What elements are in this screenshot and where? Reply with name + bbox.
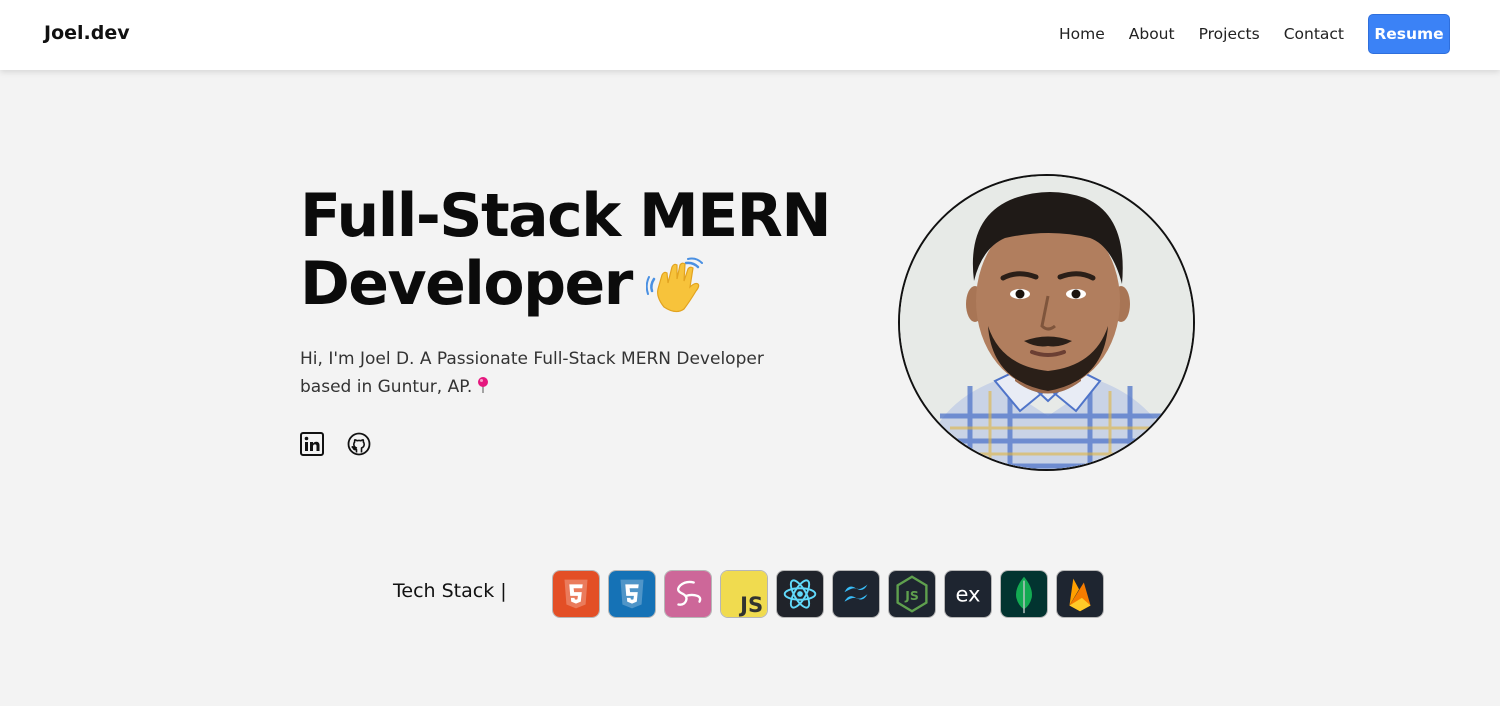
hero-intro: Hi, I'm Joel D. A Passionate Full-Stack … [300, 345, 800, 401]
tech-stack-icons: JS JS ex [552, 570, 1112, 618]
linkedin-icon[interactable] [300, 432, 324, 456]
javascript-icon: JS [720, 570, 768, 618]
express-icon: ex [944, 570, 992, 618]
hero-title: Full-Stack MERN Developer [300, 181, 832, 318]
intro-line2: based in Guntur, AP. [300, 377, 473, 397]
nav-link-home[interactable]: Home [1059, 14, 1105, 54]
intro-line1: Hi, I'm Joel D. A Passionate Full-Stack … [300, 349, 764, 369]
nav-link-about[interactable]: About [1129, 14, 1175, 54]
nodejs-icon-text: JS [904, 588, 919, 603]
social-links [300, 432, 394, 456]
hero-title-line2-wrap: Developer [300, 250, 830, 318]
tech-stack-label: Tech Stack | [393, 580, 507, 602]
firebase-icon [1056, 570, 1104, 618]
waving-hand-icon [645, 257, 703, 313]
brand-logo[interactable]: Joel.dev [44, 22, 130, 44]
tailwind-icon [832, 570, 880, 618]
intro-line2-wrap: based in Guntur, AP. [300, 373, 800, 401]
hero-title-line2: Developer [300, 249, 633, 319]
profile-photo-illustration [900, 176, 1193, 469]
profile-photo [898, 174, 1195, 471]
react-icon [776, 570, 824, 618]
github-icon[interactable] [347, 432, 371, 456]
css3-icon [608, 570, 656, 618]
sass-icon [664, 570, 712, 618]
pushpin-icon [478, 377, 489, 393]
hero-title-line1: Full-Stack MERN [300, 181, 832, 251]
mongodb-icon [1000, 570, 1048, 618]
express-icon-text: ex [955, 582, 980, 607]
nav-link-contact[interactable]: Contact [1284, 14, 1344, 54]
navbar: Joel.dev Home About Projects Contact Res… [0, 0, 1500, 70]
html5-icon [552, 570, 600, 618]
nav-links: Home About Projects Contact Resume [1035, 14, 1450, 54]
resume-button[interactable]: Resume [1368, 14, 1450, 54]
javascript-icon-text: JS [738, 592, 763, 617]
nodejs-icon: JS [888, 570, 936, 618]
nav-link-projects[interactable]: Projects [1199, 14, 1260, 54]
